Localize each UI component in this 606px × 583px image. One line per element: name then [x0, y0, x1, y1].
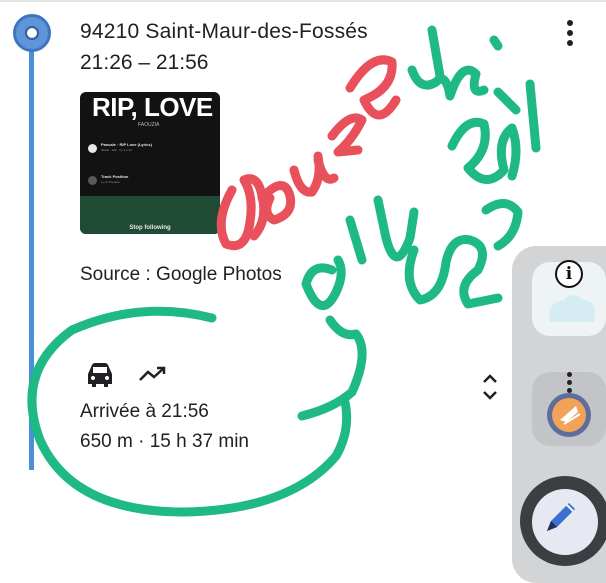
photo-row-sub: Ghost · 12k · il y a 1 an	[101, 148, 133, 152]
distance-duration: 650 m · 15 h 37 min	[80, 431, 249, 452]
red-scribble	[216, 55, 401, 251]
photo-row-title: Pascale · RIP Love (Lyrics)	[101, 142, 152, 147]
photo-subtitle: FAOUZIA	[138, 122, 160, 128]
photo-list-item: Track Position il y a 3 heures	[88, 174, 212, 188]
photo-row-title: Track Position	[101, 174, 129, 179]
photo-list-item: Pascale · RIP Love (Lyrics) Ghost · 12k …	[88, 142, 212, 156]
app-launcher-icon[interactable]	[546, 392, 592, 438]
info-icon[interactable]: i	[555, 260, 583, 288]
photo-title: RIP, LOVE	[92, 92, 213, 122]
visit-time-range: 21:26 – 21:56	[80, 51, 209, 74]
weather-icon	[549, 295, 595, 322]
photo-row-sub: il y a 3 heures	[101, 180, 120, 184]
photo-thumbnail[interactable]: RIP, LOVE FAOUZIA Pascale · RIP Love (Ly…	[80, 92, 220, 234]
timeline-line	[29, 38, 34, 470]
place-address[interactable]: 94210 Saint-Maur-des-Fossés	[80, 20, 368, 44]
car-icon	[88, 363, 112, 387]
trending-icon	[139, 366, 166, 381]
unfold-icon[interactable]	[480, 372, 500, 402]
timeline-location-icon	[13, 14, 51, 52]
photo-button-label: Stop following	[129, 225, 171, 231]
more-vert-icon[interactable]	[563, 18, 577, 48]
photo-source-label: Source : Google Photos	[80, 264, 282, 285]
arrival-time: Arrivée à 21:56	[80, 401, 209, 422]
top-divider	[0, 0, 606, 2]
edit-pen-icon	[547, 503, 575, 531]
